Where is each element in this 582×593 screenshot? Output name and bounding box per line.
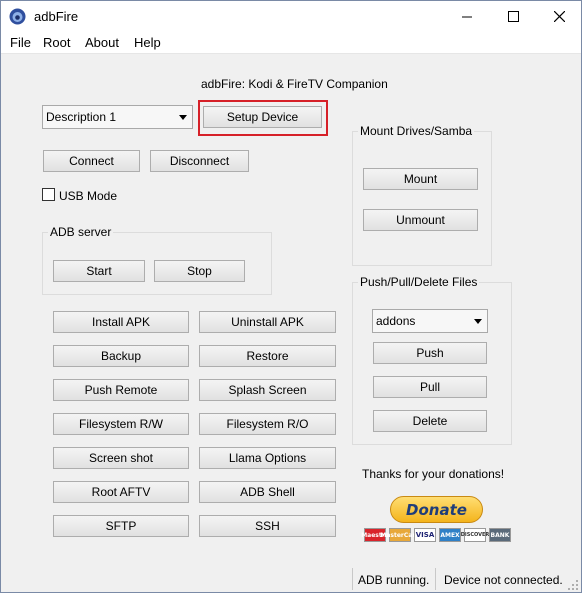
menu-about[interactable]: About (85, 35, 119, 50)
files-select-value: addons (376, 314, 416, 328)
delete-button[interactable]: Delete (373, 410, 487, 432)
filesystem-rw-button[interactable]: Filesystem R/W (53, 413, 189, 435)
maximize-button[interactable] (490, 1, 536, 31)
menu-bar: File Root About Help (1, 32, 581, 54)
resize-grip-icon[interactable] (568, 579, 579, 590)
push-button[interactable]: Push (373, 342, 487, 364)
install-apk-button[interactable]: Install APK (53, 311, 189, 333)
pull-button[interactable]: Pull (373, 376, 487, 398)
mount-drives-label: Mount Drives/Samba (358, 124, 475, 138)
app-window: adbFire File Root About Help adbFire: Ko… (0, 0, 582, 593)
setup-device-button[interactable]: Setup Device (203, 106, 322, 128)
card-logo: AMEX (439, 528, 461, 542)
menu-root[interactable]: Root (43, 35, 70, 50)
app-heading: adbFire: Kodi & FireTV Companion (201, 77, 388, 91)
thanks-text: Thanks for your donations! (362, 467, 505, 481)
sftp-button[interactable]: SFTP (53, 515, 189, 537)
push-remote-button[interactable]: Push Remote (53, 379, 189, 401)
device-select[interactable]: Description 1 (42, 105, 193, 129)
uninstall-apk-button[interactable]: Uninstall APK (199, 311, 336, 333)
window-title: adbFire (34, 9, 79, 24)
start-button[interactable]: Start (53, 260, 145, 282)
main-panel: adbFire: Kodi & FireTV Companion Descrip… (1, 55, 581, 565)
disconnect-button[interactable]: Disconnect (150, 150, 249, 172)
card-logo: VISA (414, 528, 436, 542)
status-separator (352, 568, 353, 590)
usb-mode-checkbox[interactable] (42, 188, 55, 201)
minimize-button[interactable] (444, 1, 490, 31)
card-logo: DISCOVER (461, 528, 489, 542)
title-bar: adbFire (1, 1, 581, 32)
chevron-down-icon (179, 115, 187, 120)
status-bar: ADB running. Device not connected. (1, 565, 581, 592)
close-button[interactable] (536, 1, 581, 31)
restore-button[interactable]: Restore (199, 345, 336, 367)
unmount-button[interactable]: Unmount (363, 209, 478, 231)
stop-button[interactable]: Stop (154, 260, 245, 282)
device-status: Device not connected. (444, 573, 563, 587)
usb-mode-label: USB Mode (59, 189, 118, 203)
root-aftv-button[interactable]: Root AFTV (53, 481, 189, 503)
card-logo: BANK (489, 528, 511, 542)
status-separator (435, 568, 436, 590)
adb-status: ADB running. (358, 573, 430, 587)
push-pull-label: Push/Pull/Delete Files (358, 275, 480, 289)
mount-button[interactable]: Mount (363, 168, 478, 190)
connect-button[interactable]: Connect (43, 150, 140, 172)
menu-file[interactable]: File (10, 35, 31, 50)
donate-button[interactable]: Donate (390, 496, 483, 523)
adb-shell-button[interactable]: ADB Shell (199, 481, 336, 503)
llama-options-button[interactable]: Llama Options (199, 447, 336, 469)
files-select[interactable]: addons (372, 309, 488, 333)
ssh-button[interactable]: SSH (199, 515, 336, 537)
close-icon (553, 10, 565, 22)
menu-help[interactable]: Help (134, 35, 161, 50)
app-logo-icon (9, 8, 26, 25)
screen-shot-button[interactable]: Screen shot (53, 447, 189, 469)
backup-button[interactable]: Backup (53, 345, 189, 367)
maximize-icon (507, 10, 519, 22)
device-select-value: Description 1 (46, 110, 117, 124)
card-logo: MasterCard (380, 528, 420, 542)
splash-screen-button[interactable]: Splash Screen (199, 379, 336, 401)
minimize-icon (461, 16, 472, 17)
adb-server-label: ADB server (48, 225, 114, 239)
filesystem-ro-button[interactable]: Filesystem R/O (199, 413, 336, 435)
chevron-down-icon (474, 319, 482, 324)
mount-drives-group (352, 131, 492, 266)
